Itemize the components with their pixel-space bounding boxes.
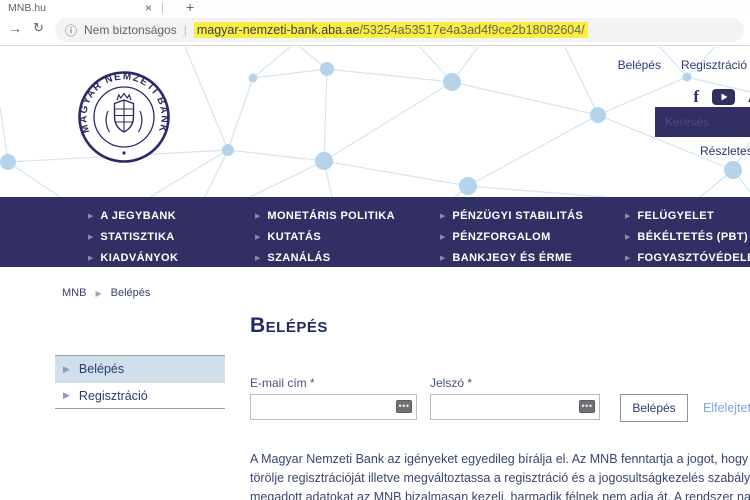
- nav-item-bankjegy-es-erme[interactable]: ▶BANKJEGY ÉS ÉRME: [440, 249, 625, 267]
- legal-text: A Magyar Nemzeti Bank az igényeket egyed…: [250, 450, 750, 500]
- omnibox-separator: |: [184, 23, 187, 37]
- nav-arrow-icon: ▶: [440, 254, 445, 262]
- nav-arrow-icon: ▶: [440, 233, 445, 241]
- breadcrumb-current: Belépés: [111, 287, 151, 299]
- sidebar-item-belepes[interactable]: ▶ Belépés: [55, 356, 225, 382]
- browser-tab[interactable]: MNB.hu ×: [0, 0, 160, 15]
- nav-item-statisztika[interactable]: ▶STATISZTIKA: [88, 228, 255, 246]
- nav-arrow-icon: ▶: [255, 212, 260, 220]
- main-navigation: ▶A JEGYBANK ▶STATISZTIKA ▶KIADVÁNYOK ▶MO…: [0, 197, 750, 267]
- legal-line: törölje regisztrációját illetve megválto…: [250, 469, 750, 488]
- nav-item-monetaris-politika[interactable]: ▶MONETÁRIS POLITIKA: [255, 207, 440, 225]
- legal-line: megadott adatokat az MNB bizalmasan keze…: [250, 488, 750, 500]
- email-field-wrapper: •••: [250, 394, 417, 420]
- social-icons: f Ä: [693, 87, 750, 107]
- breadcrumb-arrow-icon: ▶: [95, 289, 101, 298]
- nav-item-penzugyi-stabilitas[interactable]: ▶PÉNZÜGYI STABILITÁS: [440, 207, 625, 225]
- sidebar-item-regisztracio[interactable]: ▶ Regisztráció: [55, 382, 225, 408]
- breadcrumb-home[interactable]: MNB: [62, 287, 86, 299]
- login-button[interactable]: Belépés: [620, 394, 688, 422]
- breadcrumb: MNB ▶ Belépés: [62, 287, 150, 299]
- security-warning: Nem biztonságos: [84, 23, 177, 37]
- detailed-search-link[interactable]: Részletes: [700, 144, 750, 158]
- nav-item-kiadvanyok[interactable]: ▶KIADVÁNYOK: [88, 249, 255, 267]
- tab-separator: [162, 3, 163, 13]
- nav-arrow-icon: ▶: [440, 212, 445, 220]
- url-domain: magyar-nemzeti-bank.aba.ae: [197, 23, 360, 37]
- search-input[interactable]: [665, 115, 750, 129]
- autofill-icon[interactable]: •••: [579, 400, 595, 413]
- tab-strip: MNB.hu × +: [0, 0, 750, 15]
- search-box: [655, 107, 750, 137]
- site-header: MAGYAR NEMZETI BANK Belépés Regisztráció…: [0, 47, 750, 197]
- password-label: Jelszó *: [430, 376, 472, 390]
- email-field[interactable]: [250, 394, 417, 420]
- nav-arrow-icon: ▶: [88, 212, 93, 220]
- browser-window: MNB.hu × + → ↻ ⓘ Nem biztonságos | magya…: [0, 0, 750, 500]
- address-bar-row: → ↻ ⓘ Nem biztonságos | magyar-nemzeti-b…: [0, 15, 750, 46]
- nav-item-szanalas[interactable]: ▶SZANÁLÁS: [255, 249, 440, 267]
- password-field-wrapper: •••: [430, 394, 600, 420]
- new-tab-button[interactable]: +: [186, 0, 194, 15]
- header-login-link[interactable]: Belépés: [618, 58, 661, 72]
- nav-arrow-icon: ▶: [88, 254, 93, 262]
- sidebar: ▶ Belépés ▶ Regisztráció: [55, 355, 225, 409]
- nav-item-jegybank[interactable]: ▶A JEGYBANK: [88, 207, 255, 225]
- address-bar[interactable]: ⓘ Nem biztonságos | magyar-nemzeti-bank.…: [55, 18, 744, 42]
- reload-icon[interactable]: ↻: [33, 20, 44, 36]
- close-tab-icon[interactable]: ×: [145, 1, 152, 15]
- sidebar-item-label: Belépés: [79, 362, 124, 376]
- nav-arrow-icon: ▶: [255, 233, 260, 241]
- highlighted-url[interactable]: magyar-nemzeti-bank.aba.ae/53254a53517e4…: [194, 22, 588, 38]
- side-arrow-icon: ▶: [63, 390, 70, 401]
- legal-line: A Magyar Nemzeti Bank az igényeket egyed…: [250, 450, 750, 469]
- header-links: Belépés Regisztráció: [618, 58, 747, 72]
- forgot-password-link[interactable]: Elfelejtette: [703, 401, 750, 415]
- forward-icon[interactable]: →: [8, 20, 22, 36]
- header-register-link[interactable]: Regisztráció: [681, 58, 747, 72]
- youtube-icon[interactable]: [712, 89, 735, 105]
- nav-item-bekeltetes[interactable]: ▶BÉKÉLTETÉS (PBT): [625, 228, 750, 246]
- nav-item-fogyasztovedelem[interactable]: ▶FOGYASZTÓVÉDELEM: [625, 249, 750, 267]
- side-arrow-icon: ▶: [63, 364, 70, 375]
- nav-item-felugyelet[interactable]: ▶FELÜGYELET: [625, 207, 750, 225]
- tab-title: MNB.hu: [8, 2, 145, 14]
- nav-item-penzforgalom[interactable]: ▶PÉNZFORGALOM: [440, 228, 625, 246]
- email-label: E-mail cím *: [250, 376, 315, 390]
- page-title: Belépés: [250, 314, 328, 338]
- nav-arrow-icon: ▶: [625, 254, 630, 262]
- mnb-logo[interactable]: MAGYAR NEMZETI BANK: [76, 69, 172, 165]
- nav-arrow-icon: ▶: [625, 212, 630, 220]
- nav-arrow-icon: ▶: [625, 233, 630, 241]
- facebook-icon[interactable]: f: [693, 87, 699, 107]
- password-field[interactable]: [430, 394, 600, 420]
- sidebar-item-label: Regisztráció: [79, 389, 148, 403]
- nav-arrow-icon: ▶: [255, 254, 260, 262]
- url-path: /53254a53517e4a3ad4f9ce2b18082604/: [359, 23, 584, 37]
- autofill-icon[interactable]: •••: [396, 400, 412, 413]
- nav-item-kutatas[interactable]: ▶KUTATÁS: [255, 228, 440, 246]
- info-icon[interactable]: ⓘ: [65, 22, 77, 39]
- nav-arrow-icon: ▶: [88, 233, 93, 241]
